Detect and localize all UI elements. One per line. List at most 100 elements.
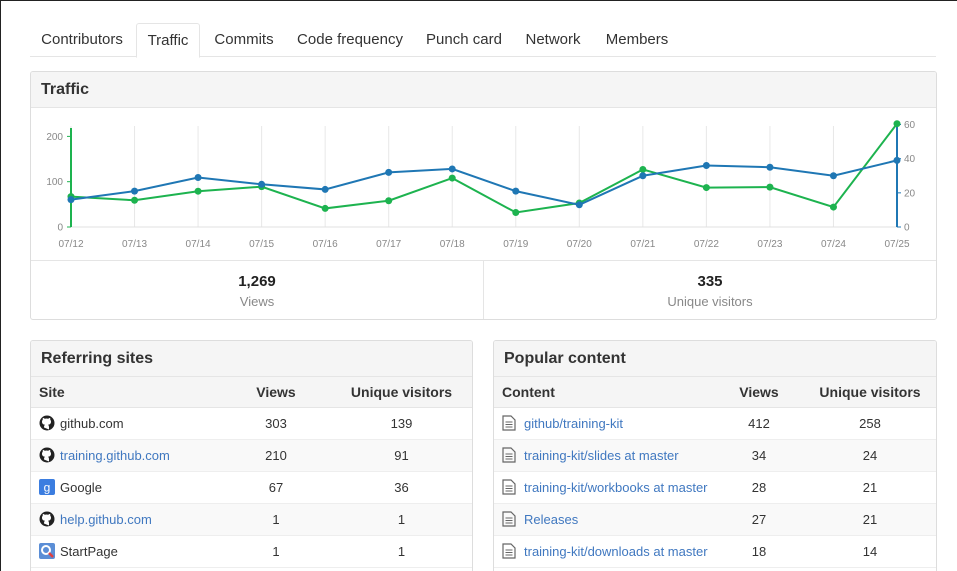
data-point (575, 201, 583, 209)
x-tick-label: 07/16 (313, 239, 338, 250)
unique-visitors-total: 335 (697, 273, 723, 290)
content-unique: 258 (804, 407, 936, 440)
left-axis-tick-label: 100 (46, 177, 63, 188)
data-point (829, 172, 837, 180)
tab-commits[interactable]: Commits (202, 23, 286, 57)
x-tick-label: 07/25 (884, 239, 909, 250)
data-point (194, 173, 202, 181)
x-tick-label: 07/14 (186, 239, 211, 250)
site-name: Google (60, 480, 102, 495)
content-link[interactable]: github/training-kit (524, 416, 623, 431)
data-point (131, 187, 139, 195)
tab-punch-card[interactable]: Punch card (414, 23, 514, 57)
data-point (321, 204, 329, 212)
popular-content-panel: Popular content Content Views Unique vis… (493, 340, 937, 571)
content-unique: 21 (804, 503, 936, 536)
referring-sites-panel: Referring sites Site Views Unique visito… (30, 340, 473, 571)
content-link[interactable]: training-kit/slides at master (524, 448, 679, 463)
file-text-icon (502, 447, 516, 463)
site-link[interactable]: training.github.com (60, 448, 170, 463)
file-text-icon (502, 543, 516, 559)
data-point (131, 196, 139, 204)
tab-code-frequency[interactable]: Code frequency (288, 23, 412, 57)
x-tick-label: 07/13 (122, 239, 147, 250)
x-tick-label: 07/23 (757, 239, 782, 250)
x-tick-label: 07/24 (821, 239, 846, 250)
site-views: 210 (221, 439, 331, 472)
data-point (385, 197, 393, 205)
tab-members[interactable]: Members (592, 23, 682, 57)
site-views: 67 (221, 471, 331, 504)
data-point (702, 162, 710, 170)
data-point (893, 156, 901, 164)
x-tick-label: 07/17 (376, 239, 401, 250)
startpage-icon (39, 543, 55, 559)
data-point (258, 180, 266, 188)
x-tick-label: 07/21 (630, 239, 655, 250)
left-axis-tick-label: 200 (46, 132, 63, 143)
tab-contributors[interactable]: Contributors (30, 23, 134, 57)
right-axis-tick-label: 40 (904, 154, 916, 165)
tab-network[interactable]: Network (516, 23, 590, 57)
table-row: github/training-kit 412 258 (494, 407, 936, 440)
x-tick-label: 07/19 (503, 239, 528, 250)
data-point (893, 120, 901, 128)
traffic-stats: 1,269 Views 335 Unique visitors (31, 260, 936, 319)
content-link[interactable]: training-kit/downloads at master (524, 544, 708, 559)
table-row: StartPage 1 1 (31, 535, 472, 568)
svg-text:g: g (44, 481, 51, 495)
site-link[interactable]: help.github.com (60, 512, 152, 527)
x-tick-label: 07/12 (58, 239, 83, 250)
table-row: github.com 303 139 (31, 407, 472, 440)
table-row: training-kit/downloads at master 18 14 (494, 535, 936, 568)
data-point (639, 165, 647, 173)
views-label: Views (239, 294, 275, 309)
site-views: 1 (221, 503, 331, 536)
site-unique: 36 (331, 471, 472, 504)
col-unique-visitors: Unique visitors (804, 377, 936, 408)
content-views: 412 (714, 407, 804, 440)
data-point (702, 184, 710, 192)
views-stat: 1,269 Views (31, 261, 483, 319)
site-unique: 1 (331, 535, 472, 568)
data-point (448, 174, 456, 182)
popular-content-title: Popular content (494, 341, 936, 377)
data-point (67, 196, 75, 204)
site-unique: 91 (331, 439, 472, 472)
table-row: training-kit/workbooks at master 28 21 (494, 471, 936, 504)
data-point (512, 209, 520, 217)
data-point (766, 183, 774, 191)
col-views: Views (221, 377, 331, 408)
table-row: g Google 67 36 (31, 471, 472, 504)
col-content: Content (494, 377, 714, 408)
github-octocat-icon (39, 415, 55, 431)
referring-sites-title: Referring sites (31, 341, 472, 377)
x-tick-label: 07/22 (694, 239, 719, 250)
tab-traffic[interactable]: Traffic (136, 23, 200, 58)
site-name: StartPage (60, 544, 118, 559)
content-link[interactable]: training-kit/workbooks at master (524, 480, 708, 495)
right-axis-tick-label: 20 (904, 188, 916, 199)
x-tick-label: 07/15 (249, 239, 274, 250)
table-row: training-kit/slides at master 34 24 (494, 439, 936, 472)
table-row: Releases 27 21 (494, 503, 936, 536)
github-octocat-icon (39, 511, 55, 527)
content-views: 27 (714, 503, 804, 536)
col-unique-visitors: Unique visitors (331, 377, 472, 408)
table-row: training.github.com 210 91 (31, 439, 472, 472)
site-name: github.com (60, 416, 124, 431)
content-link[interactable]: Releases (524, 512, 578, 527)
site-unique: 1 (331, 503, 472, 536)
unique-visitors-stat: 335 Unique visitors (484, 261, 936, 319)
x-tick-label: 07/18 (440, 239, 465, 250)
views-total: 1,269 (238, 273, 276, 290)
table-row: help.github.com 1 1 (31, 503, 472, 536)
file-text-icon (502, 415, 516, 431)
data-point (766, 163, 774, 171)
github-octocat-icon (39, 447, 55, 463)
unique-visitors-label: Unique visitors (667, 294, 753, 309)
data-point (194, 187, 202, 195)
data-point (829, 203, 837, 211)
content-unique: 14 (804, 535, 936, 568)
site-views: 303 (221, 407, 331, 440)
